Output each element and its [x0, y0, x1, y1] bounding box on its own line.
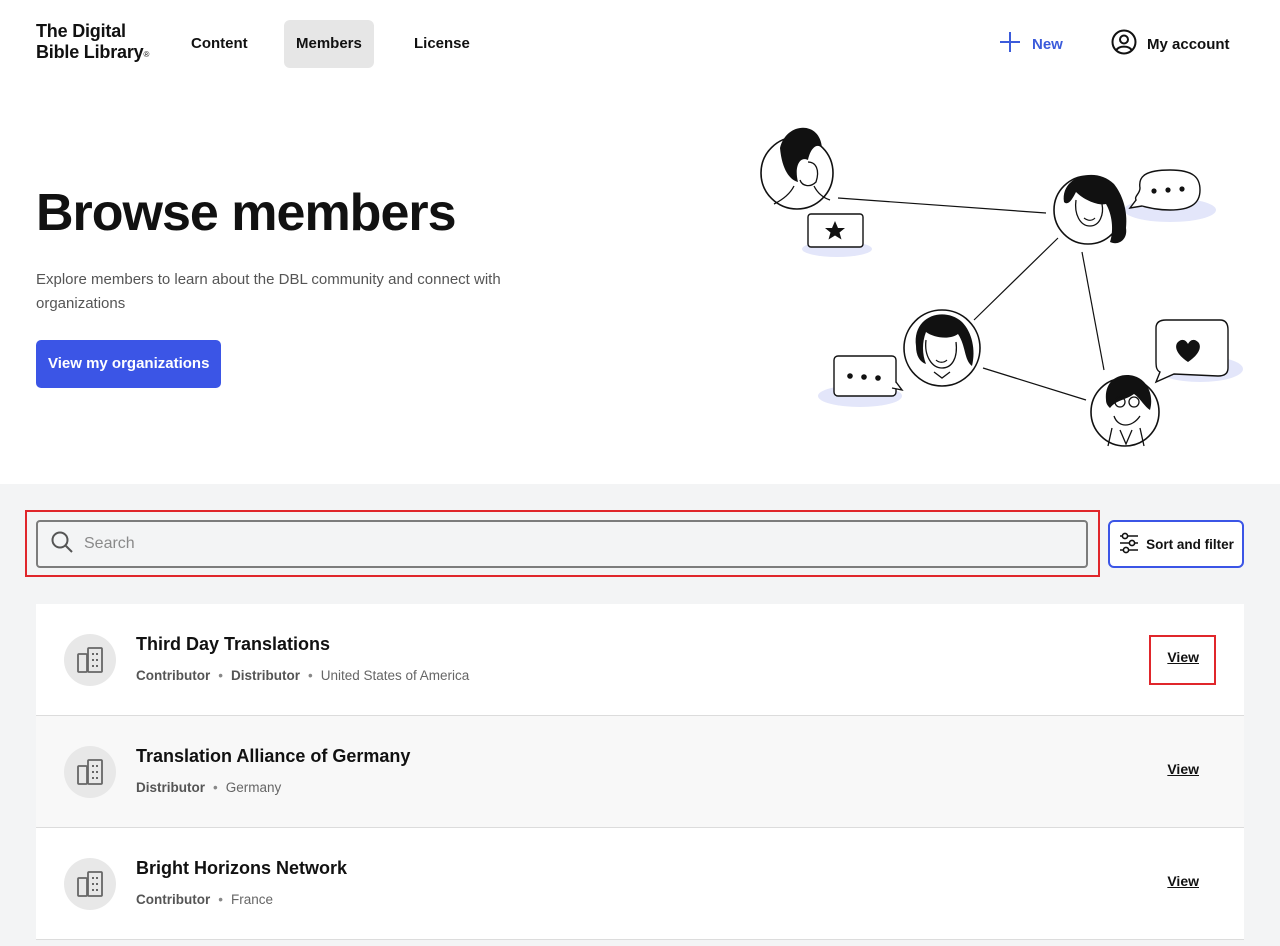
my-account-button[interactable]: My account: [1111, 29, 1230, 59]
search-input[interactable]: [84, 535, 984, 553]
user-circle-icon: [1111, 29, 1137, 59]
view-member-link[interactable]: View: [1167, 873, 1199, 889]
view-member-link[interactable]: View: [1167, 761, 1199, 777]
nav-content[interactable]: Content: [179, 20, 260, 68]
member-row: Third Day Translations Contributor • Dis…: [36, 604, 1244, 716]
member-role: Distributor: [136, 780, 205, 795]
member-country: France: [230, 892, 273, 907]
page-title: Browse members: [36, 184, 457, 242]
members-list: Third Day Translations Contributor • Dis…: [36, 604, 1244, 940]
new-button-label: New: [1032, 35, 1063, 53]
member-role: Distributor: [230, 668, 300, 683]
building-icon: [64, 858, 116, 910]
separator-dot: •: [218, 892, 223, 907]
site-logo[interactable]: The Digital Bible Library®: [36, 21, 149, 63]
member-country: Germany: [225, 780, 282, 795]
nav-license[interactable]: License: [402, 20, 482, 68]
member-name: Bright Horizons Network: [136, 858, 348, 878]
member-row: Translation Alliance of Germany Distribu…: [36, 716, 1244, 828]
new-button[interactable]: New: [998, 30, 1063, 58]
member-name: Translation Alliance of Germany: [136, 746, 411, 766]
registered-mark: ®: [143, 50, 150, 59]
separator-dot: •: [218, 668, 223, 683]
sort-and-filter-label: Sort and filter: [1146, 536, 1234, 552]
building-icon: [64, 746, 116, 798]
nav-members[interactable]: Members: [284, 20, 374, 68]
view-highlight-box: [1149, 635, 1216, 685]
search-icon: [50, 530, 74, 559]
logo-line-2: Bible Library®: [36, 42, 149, 63]
member-country: United States of America: [320, 668, 470, 683]
community-illustration: [750, 110, 1250, 455]
member-name: Third Day Translations: [136, 634, 331, 654]
logo-line-1: The Digital: [36, 21, 126, 41]
building-icon: [64, 634, 116, 686]
member-meta: Contributor • Distributor • United State…: [136, 668, 469, 683]
plus-icon: [998, 30, 1022, 58]
member-row: Bright Horizons Network Contributor • Fr…: [36, 828, 1244, 940]
sort-and-filter-button[interactable]: Sort and filter: [1108, 520, 1244, 568]
separator-dot: •: [307, 668, 313, 683]
member-meta: Contributor • France: [136, 892, 273, 907]
member-role: Contributor: [136, 892, 211, 907]
member-role: Contributor: [136, 668, 211, 683]
sliders-icon: [1118, 532, 1140, 557]
member-meta: Distributor • Germany: [136, 780, 281, 795]
my-account-label: My account: [1147, 35, 1230, 53]
page-description: Explore members to learn about the DBL c…: [36, 271, 501, 312]
top-header: The Digital Bible Library® Content Membe…: [0, 0, 1280, 88]
view-my-organizations-button[interactable]: View my organizations: [36, 340, 222, 388]
search-field[interactable]: [36, 520, 1088, 568]
separator-dot: •: [213, 780, 218, 795]
logo-line-2-text: Bible Library: [36, 42, 144, 62]
